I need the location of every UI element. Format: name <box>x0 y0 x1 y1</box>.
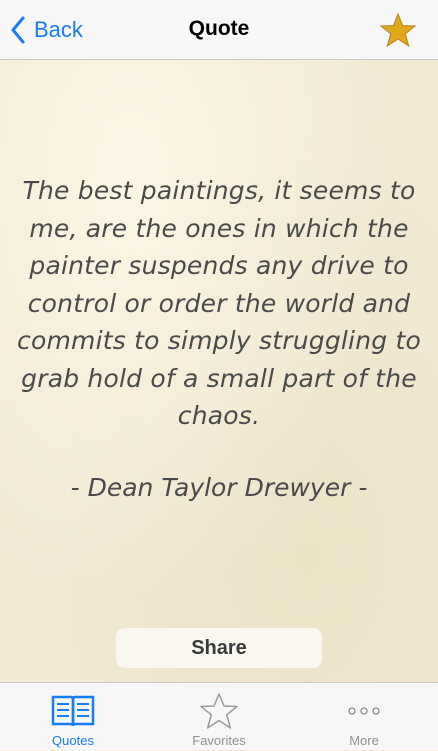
quote-author: - Dean Taylor Drewyer - <box>70 473 368 502</box>
tab-more[interactable]: More <box>309 683 419 751</box>
star-filled-icon <box>379 12 417 48</box>
star-outline-icon <box>199 691 239 731</box>
open-book-icon <box>50 691 96 731</box>
tab-quotes[interactable]: Quotes <box>18 683 128 751</box>
tab-quotes-label: Quotes <box>52 733 94 748</box>
tab-favorites-label: Favorites <box>192 733 246 748</box>
share-button[interactable]: Share <box>116 628 322 668</box>
tab-favorites[interactable]: Favorites <box>164 683 274 751</box>
tab-bar: Quotes Favorites More <box>0 682 438 750</box>
favorite-button[interactable] <box>379 12 417 48</box>
tab-more-label: More <box>349 733 379 748</box>
more-dots-icon <box>344 691 384 731</box>
page-title: Quote <box>188 17 250 40</box>
quote-background: The best paintings, it seems to me, are … <box>0 60 438 682</box>
navigation-bar: Back Quote <box>0 0 438 60</box>
quote-text: The best paintings, it seems to me, are … <box>17 176 421 430</box>
